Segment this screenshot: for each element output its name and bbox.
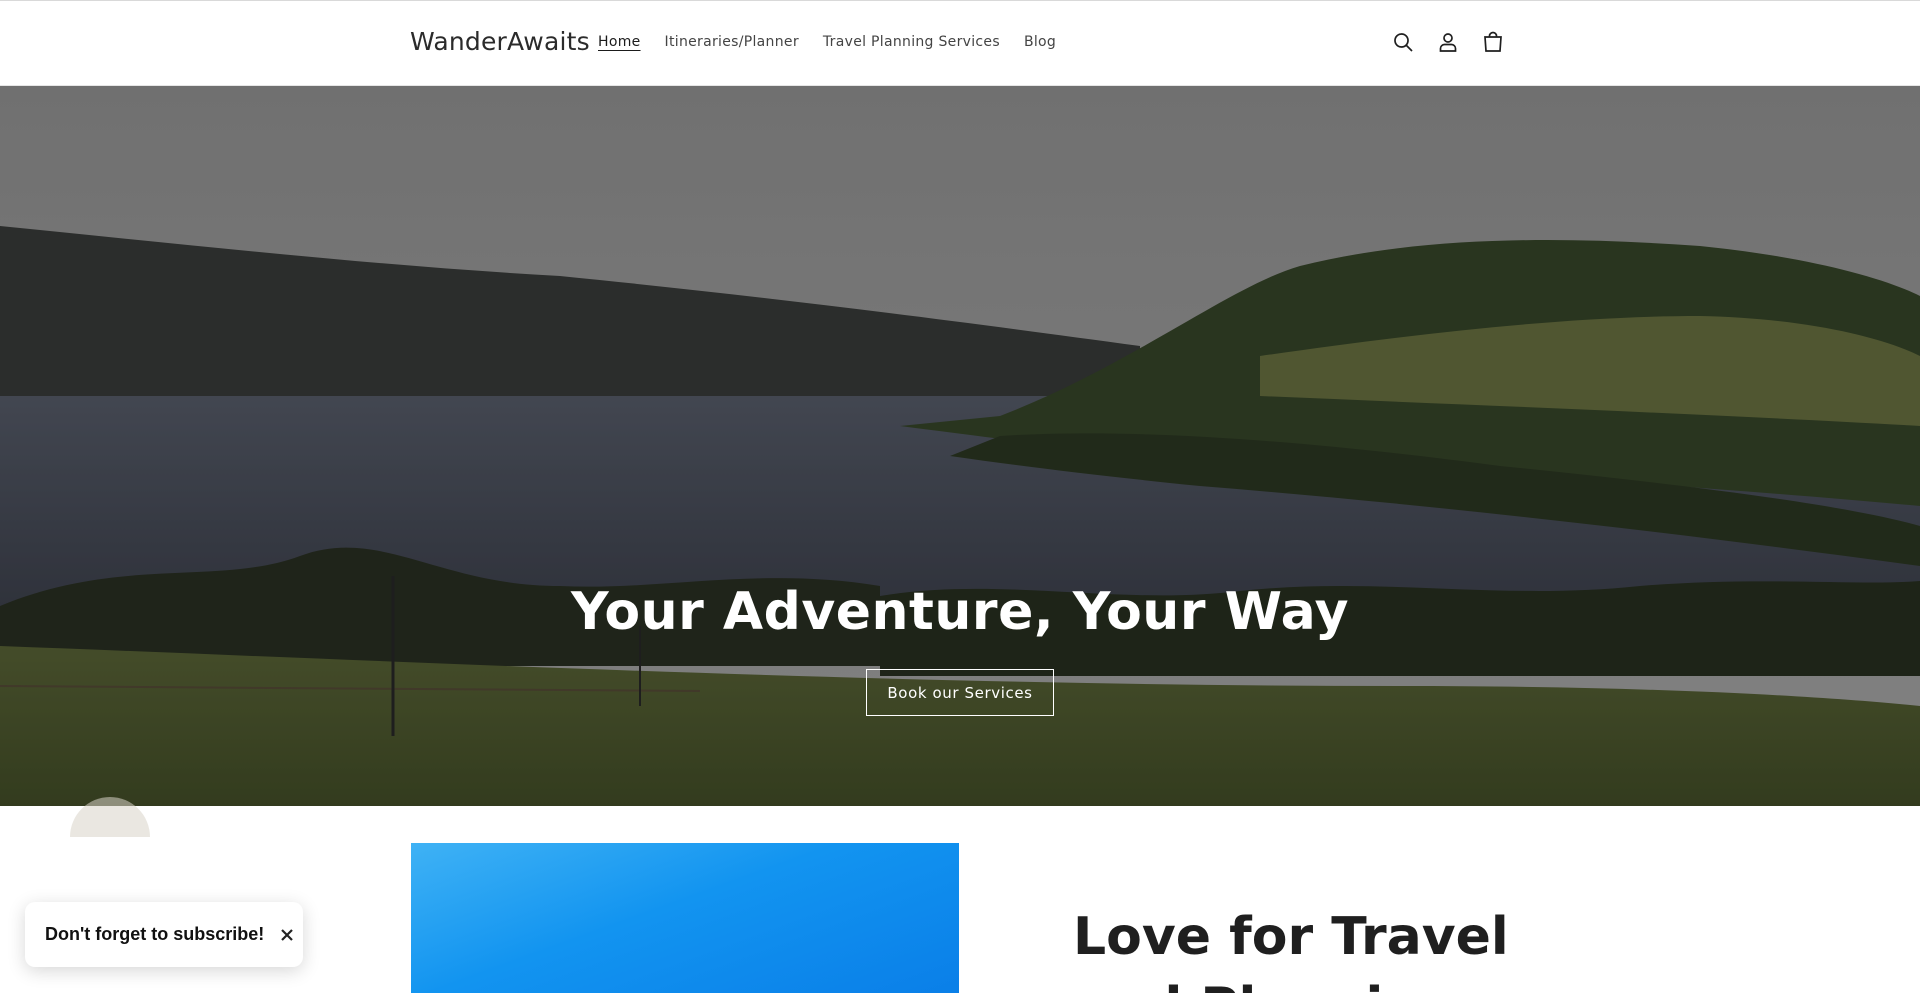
book-services-button[interactable]: Book our Services <box>866 669 1054 716</box>
close-icon[interactable] <box>278 926 296 944</box>
header-icons <box>1390 29 1506 55</box>
subscribe-toast: Don't forget to subscribe! <box>25 902 303 967</box>
cart-icon[interactable] <box>1480 29 1506 55</box>
hero-title: Your Adventure, Your Way <box>571 582 1349 642</box>
hero-banner: Your Adventure, Your Way Book our Servic… <box>0 86 1920 806</box>
search-icon[interactable] <box>1390 29 1416 55</box>
nav-blog[interactable]: Blog <box>1024 34 1056 50</box>
nav-itineraries-planner[interactable]: Itineraries/Planner <box>665 34 799 50</box>
main-nav: Home Itineraries/Planner Travel Planning… <box>598 34 1056 50</box>
nav-home[interactable]: Home <box>598 34 641 50</box>
subscribe-toast-text: Don't forget to subscribe! <box>45 924 265 944</box>
brand-logo[interactable]: WanderAwaits <box>410 27 590 56</box>
feature-image <box>411 843 959 993</box>
nav-travel-planning-services[interactable]: Travel Planning Services <box>823 34 1000 50</box>
feature-heading: Love for Travel and Planning <box>1073 907 1509 993</box>
site-header: WanderAwaits Home Itineraries/Planner Tr… <box>0 1 1920 86</box>
account-icon[interactable] <box>1435 29 1461 55</box>
